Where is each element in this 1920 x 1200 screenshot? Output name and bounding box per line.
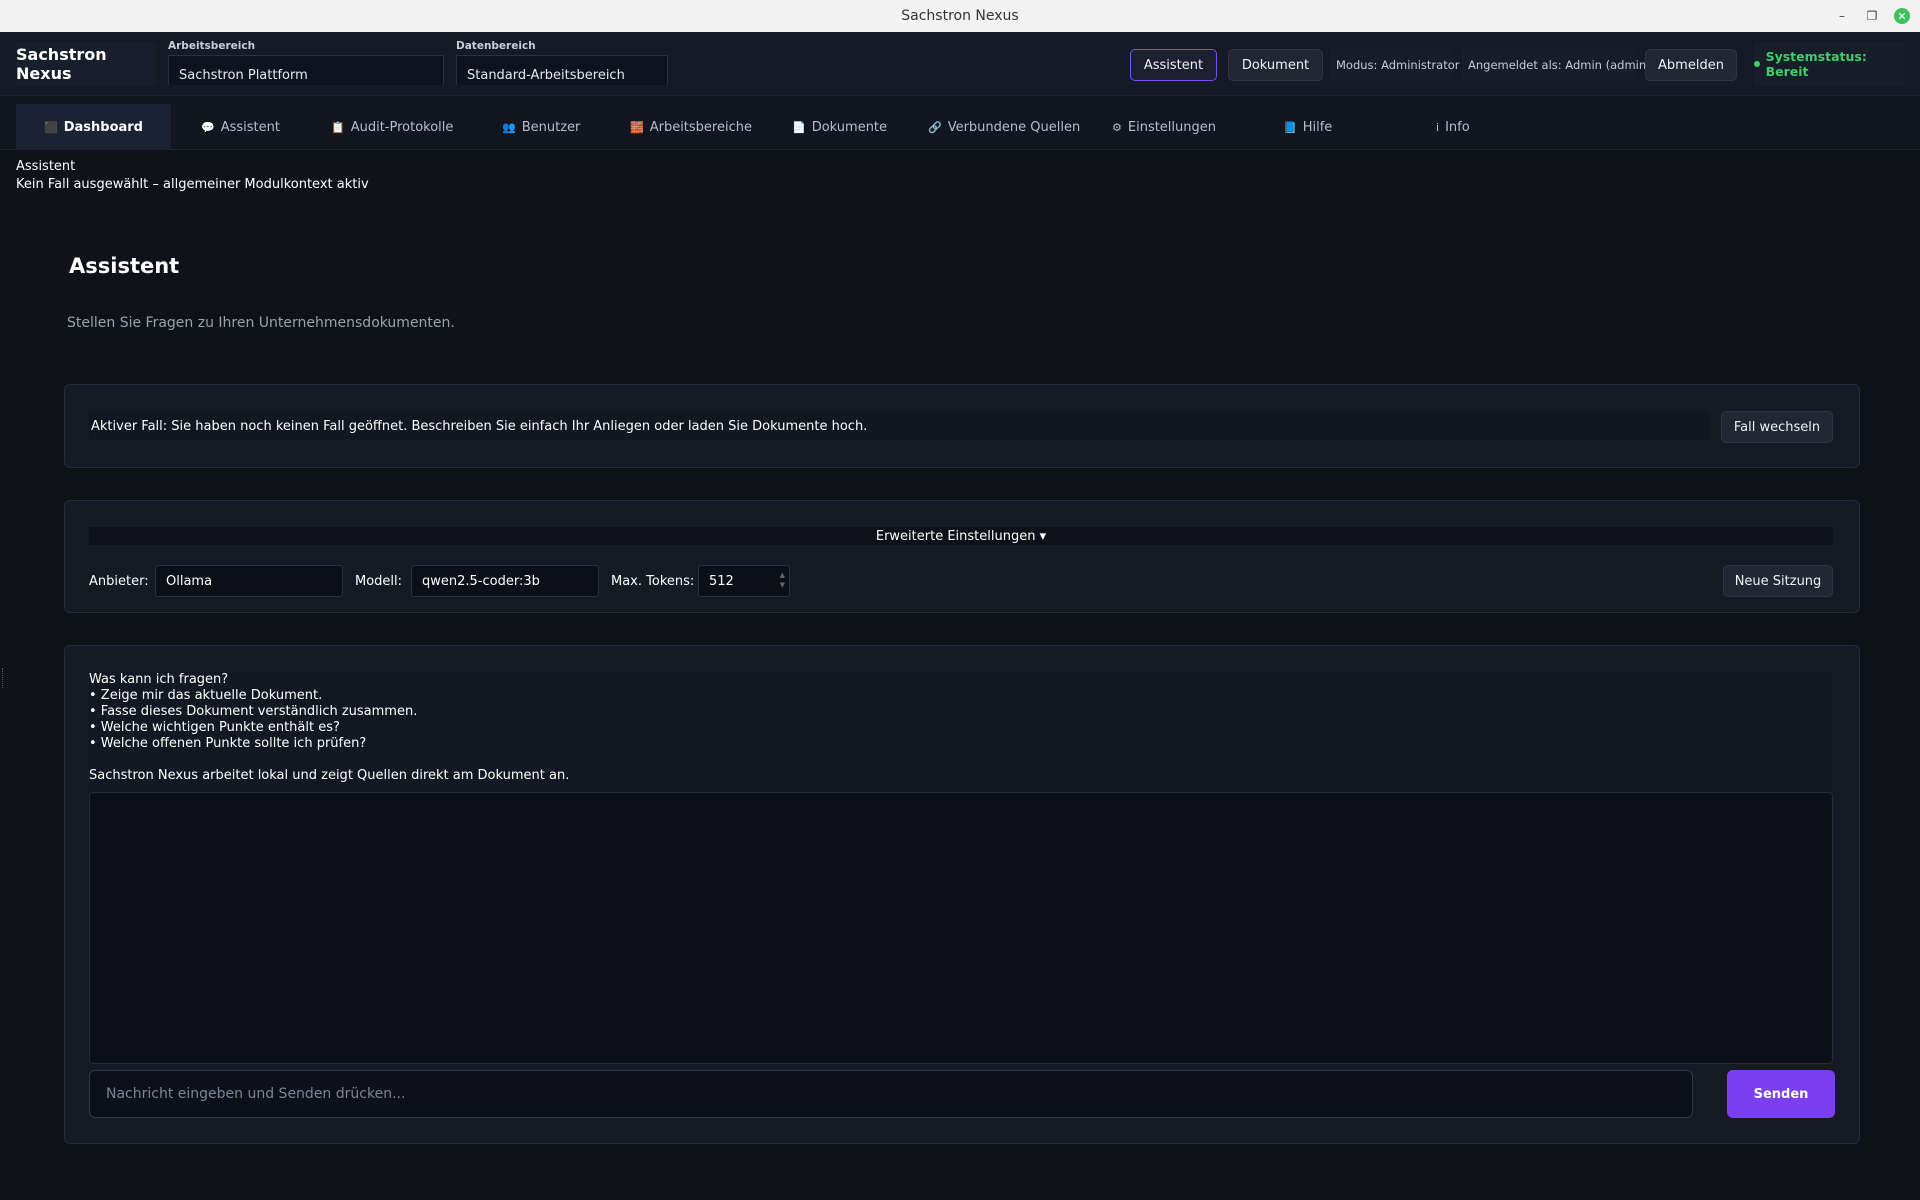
workspaces-icon: 🧱 (630, 120, 644, 134)
context-module: Assistent (16, 159, 76, 174)
logout-button[interactable]: Abmelden (1645, 49, 1737, 81)
settings-panel: Erweiterte Einstellungen ▾ Anbieter: Oll… (64, 500, 1860, 613)
workspace-dropdown[interactable]: Sachstron Plattform (168, 55, 444, 85)
tab-documents[interactable]: 📄 Dokumente (792, 104, 887, 150)
active-case-text: Aktiver Fall: Sie haben noch keinen Fall… (89, 411, 1709, 441)
active-case-panel: Aktiver Fall: Sie haben noch keinen Fall… (64, 384, 1860, 468)
status-dot-icon (1754, 61, 1760, 67)
data-scope-selector: Datenbereich Standard-Arbeitsbereich (456, 40, 668, 85)
tab-connected-sources[interactable]: 🔗 Verbundene Quellen (928, 104, 1080, 150)
tab-label: Info (1445, 119, 1470, 135)
tab-users[interactable]: 👥 Benutzer (502, 104, 580, 150)
intro-line: • Fasse dieses Dokument verständlich zus… (89, 704, 418, 719)
tab-help[interactable]: 📘 Hilfe (1283, 104, 1332, 150)
tab-label: Hilfe (1302, 119, 1333, 135)
window-titlebar: Sachstron Nexus – ❐ ✕ (0, 0, 1920, 32)
minimize-icon[interactable]: – (1834, 8, 1850, 24)
module-context: Assistent Kein Fall ausgewählt – allgeme… (16, 158, 369, 194)
document-icon: 📄 (792, 120, 806, 134)
data-scope-dropdown[interactable]: Standard-Arbeitsbereich (456, 55, 668, 85)
logged-in-user: Angemeldet als: Admin (admin) (1462, 49, 1651, 81)
max-tokens-value: 512 (709, 573, 734, 589)
dashboard-icon: ⬛ (44, 120, 58, 134)
tab-workspaces[interactable]: 🧱 Arbeitsbereiche (630, 104, 752, 150)
tab-label: Arbeitsbereiche (649, 119, 752, 135)
sidebar-resize-handle[interactable] (2, 668, 4, 688)
model-select[interactable]: qwen2.5-coder:3b (411, 565, 599, 597)
tab-label: Assistent (220, 119, 280, 135)
info-icon: i (1436, 120, 1440, 134)
provider-select[interactable]: Ollama (155, 565, 343, 597)
tab-label: Dashboard (63, 119, 143, 135)
provider-label: Anbieter: (89, 573, 149, 589)
page-title: Assistent (69, 254, 180, 278)
document-button[interactable]: Dokument (1228, 49, 1323, 81)
tab-label: Benutzer (521, 119, 581, 135)
intro-line: Sachstron Nexus arbeitet lokal und zeigt… (89, 768, 570, 783)
mode-indicator: Modus: Administrator (1330, 49, 1459, 81)
chat-intro: Was kann ich fragen? • Zeige mir das akt… (89, 672, 1833, 792)
switch-case-button[interactable]: Fall wechseln (1721, 411, 1833, 443)
assistant-button[interactable]: Assistent (1130, 49, 1217, 81)
link-icon: 🔗 (928, 120, 942, 134)
window-controls: – ❐ ✕ (1834, 0, 1910, 32)
system-status-text: Systemstatus: Bereit (1765, 49, 1867, 79)
tab-label: Verbundene Quellen (947, 119, 1081, 135)
tab-settings[interactable]: ⚙ Einstellungen (1112, 104, 1216, 150)
brand-logo: Sachstron Nexus (16, 42, 156, 86)
stepper-arrows-icon[interactable]: ▲ ▼ (780, 570, 785, 590)
data-scope-label: Datenbereich (456, 40, 536, 52)
clipboard-icon: 📋 (331, 120, 345, 134)
intro-line (89, 752, 1833, 768)
maximize-icon[interactable]: ❐ (1864, 8, 1880, 24)
tab-dashboard[interactable]: ⬛ Dashboard (16, 104, 171, 150)
intro-line: • Welche wichtigen Punkte enthält es? (89, 720, 340, 735)
intro-line: • Zeige mir das aktuelle Dokument. (89, 688, 323, 703)
page-subtitle: Stellen Sie Fragen zu Ihren Unternehmens… (67, 315, 455, 331)
workspace-selector: Arbeitsbereich Sachstron Plattform (168, 40, 444, 85)
tab-assistant[interactable]: 💬 Assistent (201, 104, 280, 150)
workspace-label: Arbeitsbereich (168, 40, 256, 52)
tab-info[interactable]: i Info (1436, 104, 1470, 150)
chat-panel: Was kann ich fragen? • Zeige mir das akt… (64, 645, 1860, 1144)
max-tokens-stepper[interactable]: 512 ▲ ▼ (698, 565, 790, 597)
advanced-settings-toggle[interactable]: Erweiterte Einstellungen ▾ (89, 527, 1833, 545)
help-book-icon: 📘 (1283, 120, 1297, 134)
main-tabs: ⬛ Dashboard 💬 Assistent 📋 Audit-Protokol… (0, 96, 1920, 150)
app-header: Sachstron Nexus Arbeitsbereich Sachstron… (0, 32, 1920, 96)
system-status: Systemstatus: Bereit (1754, 42, 1904, 86)
users-icon: 👥 (502, 120, 516, 134)
tab-audit-logs[interactable]: 📋 Audit-Protokolle (331, 104, 453, 150)
send-button[interactable]: Senden (1727, 1070, 1835, 1118)
tab-label: Einstellungen (1127, 119, 1216, 135)
message-input[interactable] (89, 1070, 1693, 1118)
new-session-button[interactable]: Neue Sitzung (1723, 565, 1833, 597)
max-tokens-label: Max. Tokens: (611, 573, 695, 589)
intro-line: Was kann ich fragen? (89, 672, 229, 687)
context-case-info: Kein Fall ausgewählt – allgemeiner Modul… (16, 177, 369, 192)
gear-icon: ⚙ (1112, 120, 1122, 134)
intro-line: • Welche offenen Punkte sollte ich prüfe… (89, 736, 367, 751)
chat-history[interactable] (89, 792, 1833, 1064)
tab-label: Audit-Protokolle (350, 119, 454, 135)
model-label: Modell: (355, 573, 403, 589)
window-title: Sachstron Nexus (901, 8, 1019, 24)
chat-icon: 💬 (201, 120, 215, 134)
close-icon[interactable]: ✕ (1894, 8, 1910, 24)
tab-label: Dokumente (811, 119, 888, 135)
